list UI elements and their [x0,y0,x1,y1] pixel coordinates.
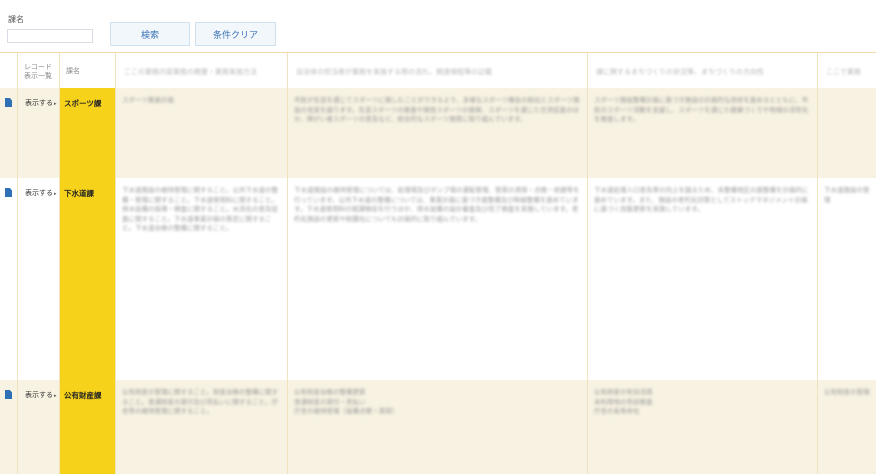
cell-text: 公有財産の有効活用 未利用地の売却推進 庁舎の長寿命化 [594,388,653,415]
header-col6-label: ここで業務 [826,68,861,76]
header-column-3: ここの業務内容業務の概要・業務実施方法 [116,53,288,89]
row-name-cell: スポーツ課 [60,88,116,178]
cell-text: 下水道施設の維持管理に関すること。公共下水道の整備・管理に関すること。下水道使用… [122,186,278,232]
row-col3-cell: スポーツ推進計画 [116,88,288,178]
section-name: 公有財産課 [64,391,102,400]
section-name: 下水道課 [64,189,94,198]
row-detail-cell: 表示する▸ [18,88,60,178]
caret-right-icon: ▸ [54,101,57,107]
header-name-column: 課名 [60,53,116,89]
header-column-6: ここで業務 [818,53,876,89]
header-col5-label: 課に関するまちづくりの状況等、まちづくりの方向性 [596,68,764,76]
header-detail-label: レコード 表示一覧 [24,63,52,80]
header-col4-label: 自治体の担当者が業務を実施する際の流れ、関連規程等の記載 [296,68,493,76]
header-name-label: 課名 [66,67,80,75]
table-row: 表示する▸ 下水道課 下水道施設の維持管理に関すること。公共下水道の整備・管理に… [0,178,876,381]
clear-conditions-button[interactable]: 条件クリア [195,22,276,46]
header-col3-label: ここの業務内容業務の概要・業務実施方法 [124,68,257,76]
show-detail-link[interactable]: 表示する▸ [25,390,57,400]
cell-text: 公有財産台帳の整備更新 普通財産の貸付・売払い 庁舎の維持管理（設備点検・清掃） [294,388,398,415]
row-col5-cell: 公有財産の有効活用 未利用地の売却推進 庁舎の長寿命化 [588,380,818,474]
row-icon-cell [0,380,18,474]
row-col5-cell: 下水道処理人口普及率の向上を図るため、未整備地区の面整備を計画的に進めています。… [588,178,818,380]
cell-text: 公有財産の管理に関すること。財産台帳の整備に関すること。普通財産の貸付及び売払い… [122,388,278,415]
cell-text: スポーツ推進計画 [122,96,174,104]
row-col4-cell: 市民が生涯を通じてスポーツに親しむことができるよう、多様なスポーツ機会の創出とス… [288,88,588,178]
header-icon-column [0,53,18,89]
caret-right-icon: ▸ [54,393,57,399]
document-icon[interactable] [5,188,12,197]
row-col3-cell: 下水道施設の維持管理に関すること。公共下水道の整備・管理に関すること。下水道使用… [116,178,288,380]
cell-text: スポーツ施設整備計画に基づき施設の計画的な改修を進めるとともに、市民のスポーツ活… [594,96,809,123]
search-button[interactable]: 検索 [110,22,190,46]
row-col3-cell: 公有財産の管理に関すること。財産台帳の整備に関すること。普通財産の貸付及び売払い… [116,380,288,474]
row-name-cell: 下水道課 [60,178,116,380]
cell-text: 下水道施設の維持管理については、処理場及びポンプ場の運転管理、管渠の清掃・点検・… [294,186,580,223]
cell-text: 下水道処理人口普及率の向上を図るため、未整備地区の面整備を計画的に進めています。… [594,186,809,213]
row-col6-cell [818,88,876,178]
row-col4-cell: 下水道施設の維持管理については、処理場及びポンプ場の運転管理、管渠の清掃・点検・… [288,178,588,380]
caret-right-icon: ▸ [54,191,57,197]
row-col5-cell: スポーツ施設整備計画に基づき施設の計画的な改修を進めるとともに、市民のスポーツ活… [588,88,818,178]
document-icon[interactable] [5,390,12,399]
results-table: レコード 表示一覧 課名 ここの業務内容業務の概要・業務実施方法 自治体の担当者… [0,52,876,474]
section-name-label: 課名 [8,15,24,24]
row-icon-cell [0,178,18,380]
cell-text: 公有財産の管理 [824,388,870,396]
table-row: 表示する▸ スポーツ課 スポーツ推進計画 市民が生涯を通じてスポーツに親しむこと… [0,88,876,179]
header-column-4: 自治体の担当者が業務を実施する際の流れ、関連規程等の記載 [288,53,588,89]
table-row: 表示する▸ 公有財産課 公有財産の管理に関すること。財産台帳の整備に関すること。… [0,380,876,474]
search-bar: 課名 検索 条件クリア [0,0,876,52]
cell-text: 下水道施設の管理 [824,186,870,204]
table-header-row: レコード 表示一覧 課名 ここの業務内容業務の概要・業務実施方法 自治体の担当者… [0,52,876,90]
header-column-5: 課に関するまちづくりの状況等、まちづくりの方向性 [588,53,818,89]
document-icon[interactable] [5,98,12,107]
row-detail-cell: 表示する▸ [18,178,60,380]
section-name: スポーツ課 [64,99,102,108]
row-detail-cell: 表示する▸ [18,380,60,474]
row-name-cell: 公有財産課 [60,380,116,474]
row-icon-cell [0,88,18,178]
row-col6-cell: 下水道施設の管理 [818,178,876,380]
cell-text: 市民が生涯を通じてスポーツに親しむことができるよう、多様なスポーツ機会の創出とス… [294,96,580,123]
show-detail-link[interactable]: 表示する▸ [25,188,57,198]
row-col4-cell: 公有財産台帳の整備更新 普通財産の貸付・売払い 庁舎の維持管理（設備点検・清掃） [288,380,588,474]
section-name-input[interactable] [7,29,93,43]
show-detail-link[interactable]: 表示する▸ [25,98,57,108]
row-col6-cell: 公有財産の管理 [818,380,876,474]
header-detail-column: レコード 表示一覧 [18,53,60,89]
